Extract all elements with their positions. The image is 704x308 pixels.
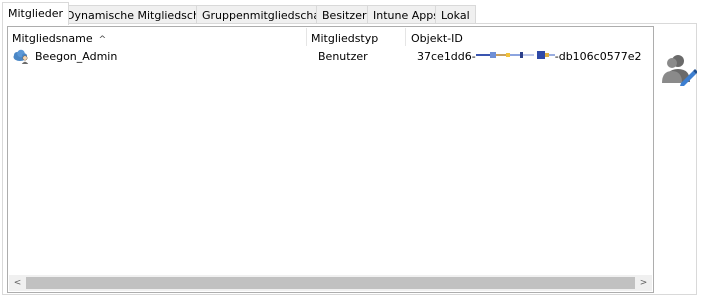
sort-ascending-icon: ^ [98, 35, 107, 45]
edit-members-icon[interactable] [659, 52, 698, 86]
column-header-object-id-label: Objekt-ID [411, 32, 463, 45]
column-header-type-label: Mitgliedstyp [311, 32, 379, 45]
horizontal-scrollbar[interactable]: < > [9, 275, 652, 291]
tab-bar: Mitglieder Dynamische Mitgliedschaft Gru… [2, 2, 702, 25]
column-header-name-label: Mitgliedsname [12, 32, 93, 45]
object-id-prefix: 37ce1dd6- [417, 50, 476, 63]
member-object-id: 37ce1dd6- -db106c0577e2 [417, 48, 642, 66]
list-header: Mitgliedsname ^ Mitgliedstyp Objekt-ID [8, 27, 653, 47]
scrollbar-thumb[interactable] [26, 277, 635, 289]
table-row[interactable]: Beegon_Admin Benutzer 37ce1dd6- -db106c0… [8, 48, 653, 66]
tab-lokal[interactable]: Lokal [435, 5, 476, 24]
tab-mitglieder[interactable]: Mitglieder [2, 2, 69, 25]
column-header-type[interactable]: Mitgliedstyp [307, 31, 407, 47]
tab-intune-apps[interactable]: Intune Apps [367, 5, 445, 24]
tab-besitzer[interactable]: Besitzer [316, 5, 373, 24]
object-id-suffix: -db106c0577e2 [554, 50, 642, 63]
tab-gruppenmitgliedschaft[interactable]: Gruppenmitgliedschaft [196, 5, 335, 24]
column-divider[interactable] [405, 28, 406, 46]
column-header-name[interactable]: Mitgliedsname ^ [8, 31, 308, 47]
redacted-id-segment [536, 48, 555, 66]
scroll-left-button[interactable]: < [9, 275, 26, 291]
scroll-right-button[interactable]: > [635, 275, 652, 291]
redacted-id-segment [475, 48, 534, 66]
tab-content-panel: Mitgliedsname ^ Mitgliedstyp Objekt-ID B… [2, 23, 698, 295]
members-list[interactable]: Mitgliedsname ^ Mitgliedstyp Objekt-ID B… [7, 26, 654, 293]
column-header-object-id[interactable]: Objekt-ID [407, 31, 651, 47]
cloud-user-icon [12, 47, 30, 65]
member-type: Benutzer [318, 50, 368, 63]
member-name: Beegon_Admin [35, 50, 118, 63]
